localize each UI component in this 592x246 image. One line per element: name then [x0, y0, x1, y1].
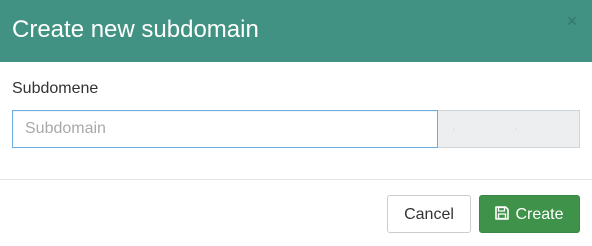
close-icon[interactable]: × [564, 12, 580, 30]
domain-suffix-addon: · · [438, 110, 580, 148]
subdomain-label: Subdomene [12, 80, 99, 97]
save-icon [495, 206, 510, 220]
modal-title: Create new subdomain [12, 16, 259, 43]
cancel-button[interactable]: Cancel [387, 195, 471, 233]
create-button-label: Create [515, 206, 564, 223]
subdomain-input[interactable] [12, 110, 438, 148]
modal-header: Create new subdomain × [0, 0, 592, 62]
create-button[interactable]: Create [479, 195, 580, 233]
create-subdomain-modal: Create new subdomain × Subdomene · · Can… [0, 0, 592, 246]
footer-divider [0, 179, 592, 180]
subdomain-input-group: · · [12, 110, 580, 148]
